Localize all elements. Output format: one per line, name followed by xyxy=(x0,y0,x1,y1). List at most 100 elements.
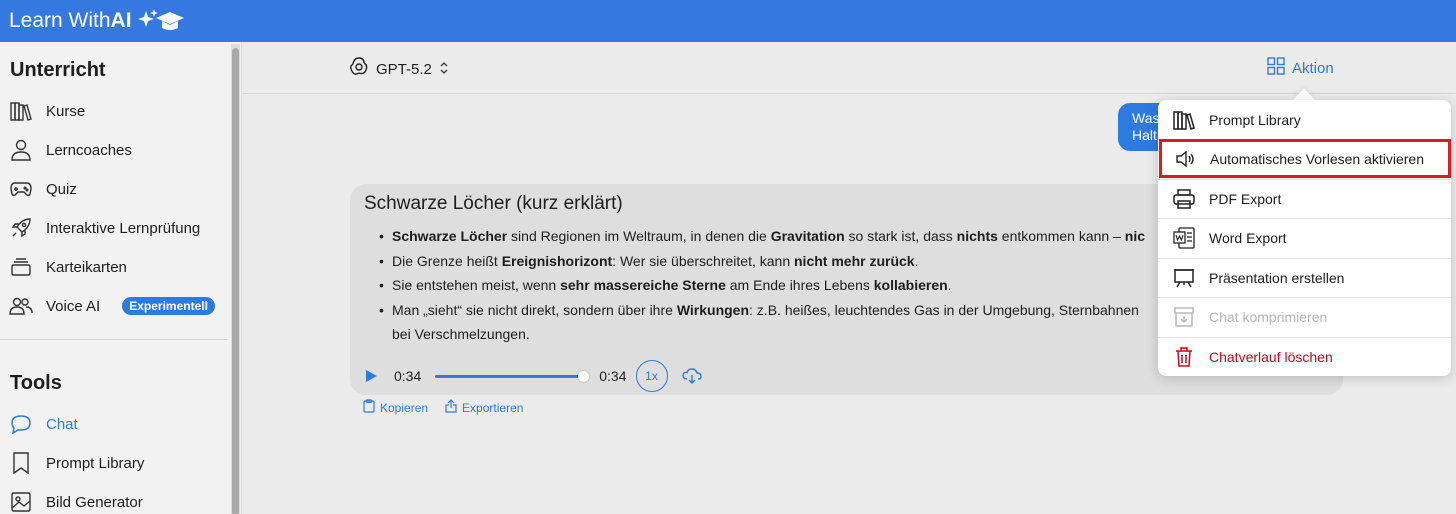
playback-speed-button[interactable]: 1x xyxy=(635,360,668,392)
sidebar-item-label: Prompt Library xyxy=(46,454,145,472)
speaker-icon xyxy=(1173,147,1197,171)
text: Man „sieht“ sie nicht direkt, sondern üb… xyxy=(392,301,677,318)
chat-header: GPT-5.2 Aktion xyxy=(243,42,1456,94)
model-name: GPT-5.2 xyxy=(376,60,432,78)
sidebar-item-kurse[interactable]: Kurse xyxy=(9,96,224,126)
gamepad-icon xyxy=(9,177,33,201)
play-icon[interactable] xyxy=(364,369,378,383)
sidebar-item-label: Kurse xyxy=(46,102,86,120)
copy-label: Kopieren xyxy=(380,400,429,415)
chat-bubble-icon xyxy=(9,412,33,436)
answer-title: Schwarze Löcher (kurz erklärt) xyxy=(364,193,623,214)
menu-item-label: Word Export xyxy=(1209,230,1287,246)
clipboard-icon xyxy=(363,399,375,416)
text: : Wer sie überschreitet, kann xyxy=(612,252,794,269)
grid-icon xyxy=(1267,57,1285,79)
sidebar-item-label: Quiz xyxy=(46,180,77,198)
text: : z.B. heißes, leuchtendes Gas in der Um… xyxy=(749,301,1139,318)
sidebar-item-label: Voice AI xyxy=(46,297,101,315)
cards-icon xyxy=(9,255,33,279)
sidebar-item-label: Interaktive Lernprüfung xyxy=(46,219,201,237)
sidebar-item-label: Karteikarten xyxy=(46,258,127,276)
aktion-button[interactable]: Aktion xyxy=(1267,57,1334,79)
scrollbar-thumb[interactable] xyxy=(232,48,239,514)
menu-item-compress-chat: Chat komprimieren xyxy=(1158,297,1451,336)
graduation-cap-icon xyxy=(137,7,184,35)
menu-item-label: Chatverlauf löschen xyxy=(1209,349,1333,365)
menu-item-label: Prompt Library xyxy=(1209,111,1301,128)
audio-total-time: 0:34 xyxy=(599,368,627,384)
bookmark-icon xyxy=(9,451,33,475)
text: so stark ist, dass xyxy=(844,228,957,244)
menu-item-label: Präsentation erstellen xyxy=(1209,270,1345,286)
openai-logo-icon xyxy=(349,57,369,81)
chevron-updown-icon xyxy=(439,61,449,78)
bold-text: kollabieren xyxy=(873,277,948,293)
aktion-dropdown-menu: Prompt Library Automatisches Vorlesen ak… xyxy=(1158,100,1451,376)
audio-current-time: 0:34 xyxy=(394,368,422,384)
menu-item-word-export[interactable]: Word Export xyxy=(1158,218,1451,257)
audio-progress-bar[interactable] xyxy=(435,370,590,382)
bold-text: nicht mehr zurück xyxy=(794,252,915,269)
brand-logo[interactable]: Learn With AI xyxy=(9,7,184,35)
menu-item-label: Automatisches Vorlesen aktivieren xyxy=(1210,150,1424,167)
section-title-unterricht: Unterricht xyxy=(10,59,106,81)
brand-text: Learn With xyxy=(9,9,111,32)
message-actions: Kopieren Exportieren xyxy=(363,399,523,416)
menu-item-presentation[interactable]: Präsentation erstellen xyxy=(1158,258,1451,297)
trash-icon xyxy=(1172,345,1196,369)
sidebar-item-label: Bild Generator xyxy=(46,493,143,511)
bold-text: Ereignishorizont xyxy=(501,252,613,269)
text: . xyxy=(947,277,952,293)
text: am Ende ihres Lebens xyxy=(725,277,874,293)
sidebar-item-lernpruefung[interactable]: Interaktive Lernprüfung xyxy=(9,213,224,243)
menu-item-prompt-library[interactable]: Prompt Library xyxy=(1158,100,1451,139)
person-icon xyxy=(9,138,33,162)
bold-text: Schwarze Löcher xyxy=(392,228,508,244)
library-icon xyxy=(1172,108,1196,132)
archive-icon xyxy=(1172,305,1196,329)
books-icon xyxy=(9,99,33,123)
export-button[interactable]: Exportieren xyxy=(445,399,523,416)
bold-text: Gravitation xyxy=(770,228,845,244)
sidebar-item-prompt-library[interactable]: Prompt Library xyxy=(9,448,224,478)
sidebar-item-karteikarten[interactable]: Karteikarten xyxy=(9,252,224,282)
model-selector[interactable]: GPT-5.2 xyxy=(349,57,449,81)
aktion-label: Aktion xyxy=(1292,59,1334,77)
people-icon xyxy=(9,294,33,318)
text: Sie entstehen meist, wenn xyxy=(392,277,561,293)
copy-button[interactable]: Kopieren xyxy=(363,399,428,416)
sidebar-scrollbar[interactable] xyxy=(231,44,240,514)
menu-item-label: Chat komprimieren xyxy=(1209,309,1328,325)
export-label: Exportieren xyxy=(462,400,524,415)
bold-text: nichts xyxy=(956,228,998,244)
menu-item-auto-read-aloud[interactable]: Automatisches Vorlesen aktivieren xyxy=(1159,139,1451,178)
cloud-download-icon[interactable] xyxy=(681,368,702,384)
bold-text: nic xyxy=(1124,228,1145,244)
experimental-badge: Experimentell xyxy=(122,297,215,315)
image-icon xyxy=(9,490,33,514)
sidebar-item-voice-ai[interactable]: Voice AI Experimentell xyxy=(9,291,224,321)
word-doc-icon xyxy=(1172,226,1196,250)
sidebar-item-label: Lerncoaches xyxy=(46,141,132,159)
bold-text: sehr massereiche Sterne xyxy=(560,277,726,293)
top-bar: Learn With AI xyxy=(0,0,1456,42)
bold-text: Wirkungen xyxy=(676,301,750,318)
printer-icon xyxy=(1172,187,1196,211)
menu-item-pdf-export[interactable]: PDF Export xyxy=(1158,179,1451,218)
audio-progress-knob[interactable] xyxy=(578,370,590,382)
sidebar-item-quiz[interactable]: Quiz xyxy=(9,174,224,204)
brand-text-bold: AI xyxy=(110,9,132,32)
sidebar-item-lerncoaches[interactable]: Lerncoaches xyxy=(9,135,224,165)
menu-item-label: PDF Export xyxy=(1209,191,1282,207)
section-title-tools: Tools xyxy=(10,372,62,394)
audio-player: 0:34 0:34 1x xyxy=(364,360,702,392)
sidebar-item-chat[interactable]: Chat xyxy=(9,409,224,439)
text: Die Grenze heißt xyxy=(392,252,502,269)
share-icon xyxy=(445,399,457,416)
presentation-icon xyxy=(1172,266,1196,290)
text: entkommen kann – xyxy=(997,228,1125,244)
menu-item-delete-history[interactable]: Chatverlauf löschen xyxy=(1158,337,1451,376)
sidebar-item-label: Chat xyxy=(46,415,78,433)
sidebar-item-bild-generator[interactable]: Bild Generator xyxy=(9,487,224,514)
